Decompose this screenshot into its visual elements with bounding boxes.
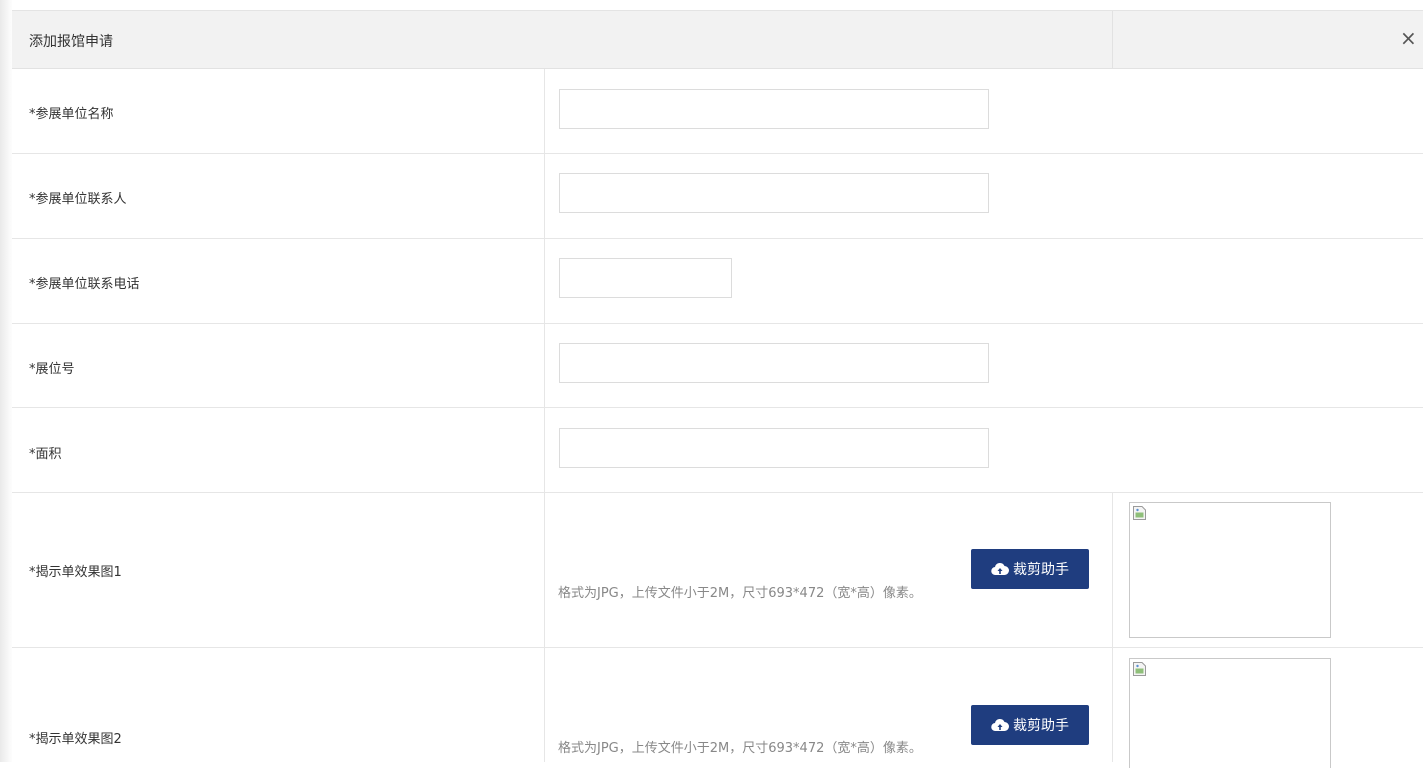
cloud-upload-icon (991, 562, 1009, 576)
exhibitor-name-input[interactable] (559, 89, 989, 129)
form-row-upload-1: *揭示单效果图1 格式为JPG，上传文件小于2M，尺寸693*472（宽*高）像… (12, 493, 1423, 648)
column-divider (544, 408, 545, 492)
area-input[interactable] (559, 428, 989, 468)
crop-helper-button-label: 裁剪助手 (1013, 718, 1069, 734)
broken-image-icon (1133, 662, 1146, 676)
field-label-upload-1: *揭示单效果图1 (29, 565, 122, 580)
broken-image-icon (1133, 506, 1146, 520)
cloud-upload-icon (991, 718, 1009, 732)
column-divider (1112, 648, 1113, 762)
image-preview-2 (1129, 658, 1331, 768)
form-row-exhibitor-name: *参展单位名称 (12, 69, 1423, 154)
top-margin (12, 0, 1423, 10)
form-row-contact-phone: *参展单位联系电话 (12, 239, 1423, 324)
dialog-title: 添加报馆申请 (29, 34, 113, 50)
form-row-booth-number: *展位号 (12, 324, 1423, 408)
dialog-header: 添加报馆申请 × (12, 10, 1423, 69)
column-divider (1112, 493, 1113, 647)
form-row-upload-2: *揭示单效果图2 格式为JPG，上传文件小于2M，尺寸693*472（宽*高）像… (12, 648, 1423, 768)
column-divider (544, 324, 545, 407)
form-row-contact-person: *参展单位联系人 (12, 154, 1423, 239)
crop-helper-button-label: 裁剪助手 (1013, 562, 1069, 578)
column-divider (544, 239, 545, 323)
crop-helper-button-2[interactable]: 裁剪助手 (971, 705, 1089, 745)
field-label-upload-2: *揭示单效果图2 (29, 732, 122, 747)
contact-phone-input[interactable] (559, 258, 732, 298)
page-edge-shadow (0, 0, 12, 762)
add-booth-application-dialog: 添加报馆申请 × *参展单位名称 *参展单位联系人 *参展单位联系电话 *展位号… (12, 10, 1423, 768)
column-divider (544, 69, 545, 153)
field-label-exhibitor-name: *参展单位名称 (29, 107, 114, 122)
field-label-contact-person: *参展单位联系人 (29, 192, 127, 207)
column-divider (544, 493, 545, 647)
column-divider (544, 648, 545, 762)
booth-number-input[interactable] (559, 343, 989, 383)
contact-person-input[interactable] (559, 173, 989, 213)
form-row-area: *面积 (12, 408, 1423, 493)
field-label-booth-number: *展位号 (29, 362, 75, 377)
crop-helper-button-1[interactable]: 裁剪助手 (971, 549, 1089, 589)
upload-hint-1: 格式为JPG，上传文件小于2M，尺寸693*472（宽*高）像素。 (558, 586, 922, 601)
field-label-area: *面积 (29, 447, 62, 462)
close-icon[interactable]: × (1400, 27, 1417, 49)
upload-hint-2: 格式为JPG，上传文件小于2M，尺寸693*472（宽*高）像素。 (558, 741, 922, 756)
column-divider (544, 154, 545, 238)
field-label-contact-phone: *参展单位联系电话 (29, 277, 140, 292)
header-divider (1112, 11, 1113, 69)
image-preview-1 (1129, 502, 1331, 638)
